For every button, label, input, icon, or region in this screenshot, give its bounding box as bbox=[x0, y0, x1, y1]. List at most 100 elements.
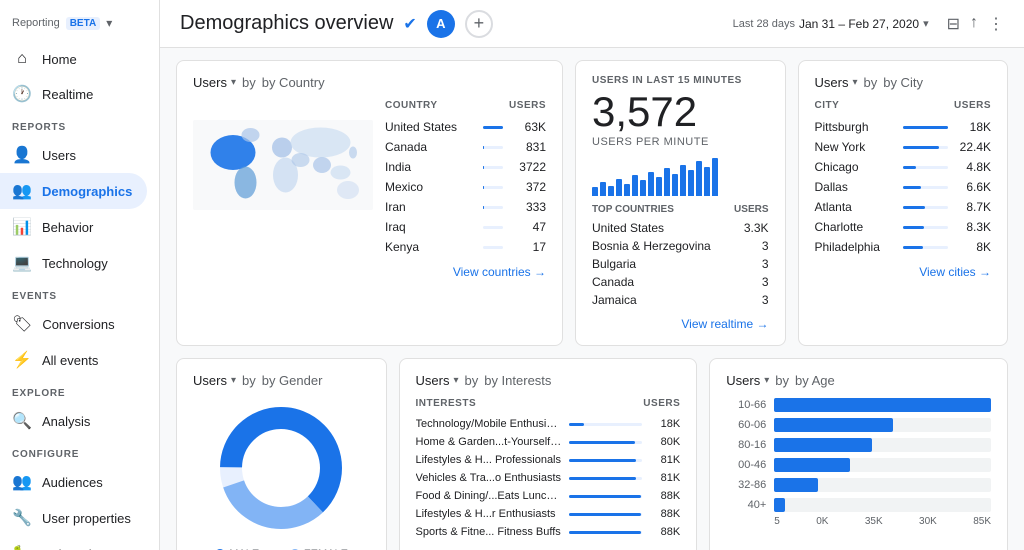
sidebar-item-behavior[interactable]: 📊 Behavior bbox=[0, 209, 147, 245]
view-realtime-link[interactable]: View realtime → bbox=[592, 317, 769, 331]
rt-bar bbox=[616, 179, 622, 196]
bar bbox=[569, 459, 635, 462]
rt-bar bbox=[696, 161, 702, 196]
table-row: Iraq 47 bbox=[385, 217, 546, 237]
date-range-label: Last 28 days bbox=[733, 18, 795, 30]
rt-bar bbox=[712, 158, 718, 196]
sidebar-item-analysis[interactable]: 🔍 Analysis bbox=[0, 403, 147, 439]
userprops-icon: 🔧 bbox=[12, 508, 32, 528]
city-value: 22.4K bbox=[956, 140, 991, 154]
date-range[interactable]: Last 28 days Jan 31 – Feb 27, 2020 ▾ bbox=[733, 17, 929, 31]
chevron-down-icon[interactable]: ▾ bbox=[106, 16, 112, 30]
share-icon[interactable]: ↑ bbox=[970, 14, 978, 34]
bar-container bbox=[903, 146, 949, 149]
clock-icon: 🕐 bbox=[12, 84, 32, 104]
country-name: Kenya bbox=[385, 240, 475, 254]
sidebar-item-debugview[interactable]: 🐛 DebugView bbox=[0, 536, 147, 550]
sidebar-item-conversions[interactable]: 🏷 Conversions bbox=[0, 306, 147, 342]
interests-table-header: INTERESTS USERS bbox=[416, 398, 681, 409]
realtime-top-header: TOP COUNTRIES USERS bbox=[592, 204, 769, 215]
sidebar-item-users[interactable]: 👤 Users bbox=[0, 137, 147, 173]
city-name: Philadelphia bbox=[815, 240, 895, 254]
rt-bar bbox=[664, 168, 670, 196]
age-bar bbox=[774, 438, 872, 452]
table-row: Lifestyles & H... Professionals 81K bbox=[416, 451, 681, 469]
country-name: India bbox=[385, 160, 475, 174]
date-range-value: Jan 31 – Feb 27, 2020 bbox=[799, 17, 919, 31]
audiences-icon: 👥 bbox=[12, 472, 32, 492]
add-button[interactable]: + bbox=[465, 10, 493, 38]
sidebar-item-demographics[interactable]: 👥 Demographics bbox=[0, 173, 147, 209]
debug-icon: 🐛 bbox=[12, 544, 32, 550]
sidebar-item-technology[interactable]: 💻 Technology bbox=[0, 245, 147, 281]
configure-section-label: CONFIGURE bbox=[0, 439, 159, 464]
rt-users: 3 bbox=[762, 275, 769, 289]
sidebar-item-userprops[interactable]: 🔧 User properties bbox=[0, 500, 147, 536]
donut-chart bbox=[193, 398, 370, 538]
table-row: Pittsburgh 18K bbox=[815, 117, 992, 137]
city-name: Pittsburgh bbox=[815, 120, 895, 134]
country-card-title: Users ▾ by by Country bbox=[193, 75, 546, 90]
card-title-users[interactable]: Users bbox=[193, 373, 227, 388]
chevron-icon: ▾ bbox=[231, 77, 236, 88]
table-row: United States3.3K bbox=[592, 219, 769, 237]
realtime-value: 3,572 bbox=[592, 88, 769, 136]
age-bar-wrap bbox=[774, 398, 991, 412]
rt-bar bbox=[704, 167, 710, 196]
interest-name: Food & Dining/...Eats Lunch Out bbox=[416, 490, 562, 502]
sidebar-item-label: Realtime bbox=[42, 87, 93, 102]
city-table-header: CITY USERS bbox=[815, 100, 992, 111]
bar-container bbox=[483, 166, 503, 169]
col-country: COUNTRY bbox=[385, 100, 438, 111]
age-chart: 10-66 60-06 80-16 00-46 32-86 40+ bbox=[726, 398, 991, 512]
country-value: 47 bbox=[511, 220, 546, 234]
table-row: Jamaica3 bbox=[592, 291, 769, 309]
table-row: Atlanta 8.7K bbox=[815, 197, 992, 217]
topbar-actions: ⊟ ↑ ⋮ bbox=[947, 14, 1004, 34]
age-bar-wrap bbox=[774, 498, 991, 512]
export-icon[interactable]: ⊟ bbox=[947, 14, 960, 34]
country-name: Iraq bbox=[385, 220, 475, 234]
sidebar-item-allevents[interactable]: ⚡ All events bbox=[0, 342, 147, 378]
axis-label: 35K bbox=[865, 516, 883, 527]
city-card-title: Users ▾ by by City bbox=[815, 75, 992, 90]
age-label: 60-06 bbox=[726, 419, 766, 431]
interest-value: 88K bbox=[650, 526, 680, 538]
bar-container bbox=[569, 459, 642, 462]
rt-bar bbox=[640, 180, 646, 196]
content-area: Users ▾ by by Country bbox=[160, 48, 1024, 550]
view-countries-link[interactable]: View countries → bbox=[385, 265, 546, 279]
bar bbox=[903, 166, 917, 169]
verified-icon: ✔ bbox=[403, 14, 416, 34]
more-icon[interactable]: ⋮ bbox=[988, 14, 1004, 34]
sidebar-item-label: Analysis bbox=[42, 414, 90, 429]
sidebar-item-home[interactable]: ⌂ Home bbox=[0, 42, 147, 76]
bar bbox=[903, 226, 924, 229]
sidebar-item-realtime[interactable]: 🕐 Realtime bbox=[0, 76, 147, 112]
bar bbox=[569, 477, 635, 480]
sidebar-item-label: Audiences bbox=[42, 475, 103, 490]
age-card-title: Users ▾ by by Age bbox=[726, 373, 991, 388]
card-title-users[interactable]: Users bbox=[193, 75, 227, 90]
country-name: Iran bbox=[385, 200, 475, 214]
rt-bar bbox=[680, 165, 686, 196]
rt-bar bbox=[592, 187, 598, 196]
card-title-by: by Country bbox=[262, 75, 325, 90]
view-cities-link[interactable]: View cities → bbox=[815, 265, 992, 279]
world-map bbox=[193, 100, 373, 230]
sidebar-item-label: Conversions bbox=[42, 317, 114, 332]
avatar[interactable]: A bbox=[427, 10, 455, 38]
country-card: Users ▾ by by Country bbox=[176, 60, 563, 346]
city-value: 8.3K bbox=[956, 220, 991, 234]
age-row: 32-86 bbox=[726, 478, 991, 492]
country-name: Canada bbox=[385, 140, 475, 154]
country-value: 3722 bbox=[511, 160, 546, 174]
card-title-users[interactable]: Users bbox=[815, 75, 849, 90]
chevron-down-icon[interactable]: ▾ bbox=[923, 17, 929, 30]
card-title-users[interactable]: Users bbox=[416, 373, 450, 388]
realtime-subtitle: USERS PER MINUTE bbox=[592, 136, 769, 148]
sidebar-item-audiences[interactable]: 👥 Audiences bbox=[0, 464, 147, 500]
table-row: Mexico 372 bbox=[385, 177, 546, 197]
table-row: New York 22.4K bbox=[815, 137, 992, 157]
card-title-users[interactable]: Users bbox=[726, 373, 760, 388]
